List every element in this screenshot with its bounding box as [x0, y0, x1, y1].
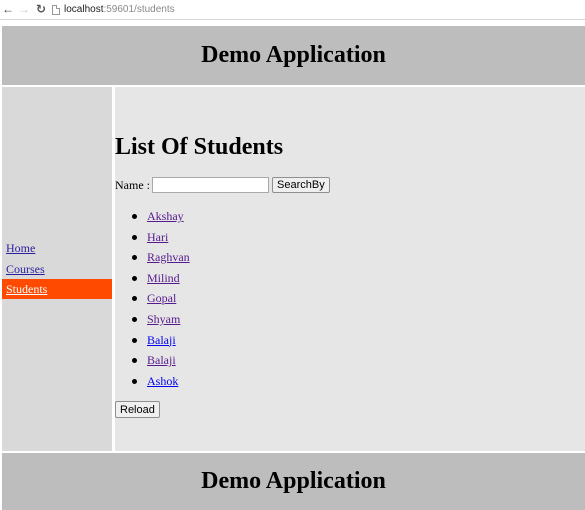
list-item: Shyam [115, 310, 190, 331]
list-item: Milind [115, 269, 190, 290]
student-link[interactable]: Shyam [147, 312, 180, 326]
bullet-icon [132, 275, 137, 281]
student-list: Akshay Hari Raghvan Milind Gopal Shyam B… [115, 207, 190, 392]
reload-button[interactable]: Reload [115, 401, 160, 418]
list-item: Raghvan [115, 248, 190, 269]
back-arrow-icon[interactable]: ← [1, 2, 15, 16]
student-link[interactable]: Raghvan [147, 250, 190, 264]
list-item: Balaji [115, 331, 190, 352]
student-link[interactable]: Milind [147, 271, 180, 285]
page-header: Demo Application [2, 26, 585, 85]
list-item: Hari [115, 228, 190, 249]
forward-arrow-icon[interactable]: → [17, 2, 31, 16]
app-title: Demo Application [201, 42, 386, 68]
list-item: Akshay [115, 207, 190, 228]
search-row: Name : SearchBy [115, 177, 330, 193]
sidebar-item-courses[interactable]: Courses [2, 259, 112, 279]
bullet-icon [132, 255, 137, 261]
list-item: Ashok [115, 372, 190, 393]
page-footer: Demo Application [2, 453, 585, 510]
footer-title: Demo Application [201, 468, 386, 494]
search-by-button[interactable]: SearchBy [272, 177, 330, 193]
bullet-icon [132, 358, 137, 364]
student-link[interactable]: Hari [147, 230, 168, 244]
bullet-icon [132, 234, 137, 240]
name-search-input[interactable] [152, 177, 269, 193]
student-link[interactable]: Balaji [147, 333, 176, 347]
browser-toolbar: ← → ↻ localhost:59601/students [0, 0, 585, 20]
main-content: List Of Students Name : SearchBy Akshay … [115, 87, 585, 451]
bullet-icon [132, 316, 137, 322]
url-host: localhost [64, 4, 104, 15]
url-path: :59601/students [103, 4, 175, 15]
sidebar: Home Courses Students [2, 87, 112, 451]
page-heading: List Of Students [115, 134, 284, 160]
bullet-icon [132, 296, 137, 302]
bullet-icon [132, 337, 137, 343]
list-item: Gopal [115, 289, 190, 310]
sidebar-item-students[interactable]: Students [2, 279, 112, 299]
page-icon [52, 4, 60, 15]
list-item: Balaji [115, 351, 190, 372]
bullet-icon [132, 378, 137, 384]
student-link[interactable]: Gopal [147, 291, 176, 305]
sidebar-item-home[interactable]: Home [2, 238, 112, 258]
student-link[interactable]: Balaji [147, 353, 176, 367]
address-bar[interactable]: localhost:59601/students [52, 2, 175, 17]
student-link[interactable]: Akshay [147, 209, 184, 223]
reload-icon[interactable]: ↻ [34, 2, 48, 16]
bullet-icon [132, 214, 137, 219]
search-label: Name : [115, 177, 150, 192]
student-link[interactable]: Ashok [147, 374, 178, 388]
